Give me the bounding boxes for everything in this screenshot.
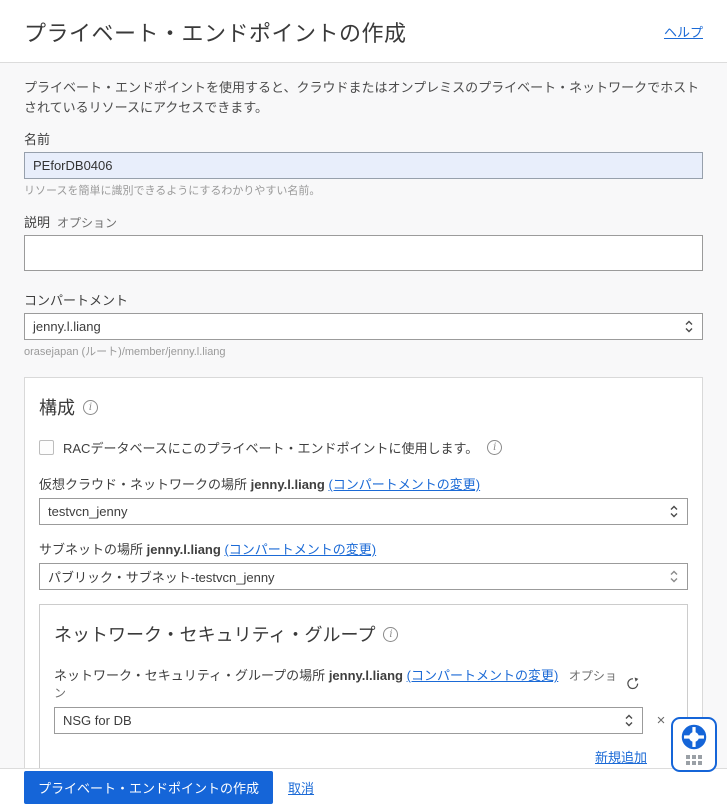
form-content: プライベート・エンドポイントを使用すると、クラウドまたはオンプレミスのプライベー… [0, 62, 727, 768]
name-helper: リソースを簡単に識別できるようにするわかりやすい名前。 [24, 185, 321, 198]
name-field-group: 名前 リソースを簡単に識別できるようにするわかりやすい名前。 [24, 129, 703, 198]
nsg-label: ネットワーク・セキュリティ・グループの場所 jenny.l.liang (コンパ… [54, 668, 617, 701]
nsg-select-row: NSG for DB × [54, 707, 673, 735]
configuration-section: 構成 i RACデータベースにこのプライベート・エンドポイントに使用します。 i… [24, 377, 703, 768]
subnet-field-group: サブネットの場所 jenny.l.liang (コンパートメントの変更) パブリ… [39, 539, 688, 591]
rac-checkbox-label: RACデータベースにこのプライベート・エンドポイントに使用します。 [63, 441, 479, 457]
nsg-select-value: NSG for DB [63, 713, 132, 729]
rac-checkbox[interactable] [39, 440, 54, 456]
nsg-label-row: ネットワーク・セキュリティ・グループの場所 jenny.l.liang (コンパ… [54, 665, 673, 701]
vcn-select[interactable]: testvcn_jenny [39, 498, 688, 526]
lifebuoy-help-icon[interactable] [681, 724, 707, 750]
nsg-compartment-name: jenny.l.liang [328, 668, 403, 684]
subnet-compartment-name: jenny.l.liang [146, 542, 221, 558]
vcn-select-value: testvcn_jenny [48, 504, 128, 520]
vcn-label: 仮想クラウド・ネットワークの場所 jenny.l.liang (コンパートメント… [39, 477, 481, 493]
chevron-updown-icon [669, 504, 679, 519]
description-optional-tag: オプション [57, 216, 118, 231]
add-new-link[interactable]: 新規追加 [595, 750, 647, 765]
configuration-info-icon[interactable]: i [83, 399, 98, 415]
compartment-field-group: コンパートメント jenny.l.liang orasejapan (ルート)/… [24, 290, 703, 359]
name-input[interactable] [24, 152, 703, 180]
nsg-title: ネットワーク・セキュリティ・グループ i [54, 621, 673, 647]
chevron-updown-icon [669, 569, 679, 584]
compartment-label: コンパートメント [24, 293, 129, 309]
subnet-label: サブネットの場所 jenny.l.liang (コンパートメントの変更) [39, 542, 377, 558]
nsg-select[interactable]: NSG for DB [54, 707, 643, 735]
intro-text: プライベート・エンドポイントを使用すると、クラウドまたはオンプレミスのプライベー… [24, 80, 700, 116]
description-textarea[interactable] [24, 235, 703, 272]
nsg-section: ネットワーク・セキュリティ・グループ i ネットワーク・セキュリティ・グループの… [39, 604, 688, 768]
grid-dots-icon[interactable] [686, 755, 702, 765]
refresh-icon[interactable] [626, 677, 639, 690]
remove-nsg-icon[interactable]: × [649, 712, 673, 729]
subnet-select[interactable]: パブリック・サブネット-testvcn_jenny [39, 563, 688, 591]
name-label: 名前 [24, 132, 51, 148]
description-label: 説明 オプション [24, 215, 118, 231]
vcn-change-compartment-link[interactable]: (コンパートメントの変更) [328, 477, 480, 492]
chevron-updown-icon [624, 713, 634, 728]
compartment-select-value: jenny.l.liang [33, 319, 101, 335]
nsg-info-icon[interactable]: i [383, 626, 399, 642]
description-field-group: 説明 オプション [24, 212, 703, 276]
action-footer: プライベート・エンドポイントの作成 取消 [0, 768, 727, 805]
subnet-select-value: パブリック・サブネット-testvcn_jenny [48, 570, 275, 586]
compartment-helper: orasejapan (ルート)/member/jenny.l.liang [24, 346, 226, 359]
compartment-select[interactable]: jenny.l.liang [24, 313, 703, 341]
page-header: プライベート・エンドポイントの作成 ヘルプ [0, 0, 727, 62]
chevron-updown-icon [684, 319, 694, 334]
subnet-change-compartment-link[interactable]: (コンパートメントの変更) [224, 542, 376, 557]
assist-widget[interactable] [671, 717, 717, 772]
rac-info-icon[interactable]: i [487, 440, 503, 456]
help-link[interactable]: ヘルプ [664, 22, 703, 41]
vcn-field-group: 仮想クラウド・ネットワークの場所 jenny.l.liang (コンパートメント… [39, 474, 688, 526]
cancel-link[interactable]: 取消 [288, 778, 314, 797]
create-private-endpoint-button[interactable]: プライベート・エンドポイントの作成 [24, 770, 274, 804]
nsg-change-compartment-link[interactable]: (コンパートメントの変更) [407, 668, 559, 683]
page-title: プライベート・エンドポイントの作成 [24, 21, 407, 46]
vcn-compartment-name: jenny.l.liang [250, 477, 325, 493]
configuration-title: 構成 i [39, 394, 688, 420]
rac-checkbox-row: RACデータベースにこのプライベート・エンドポイントに使用します。 i [39, 438, 688, 457]
add-new-row: 新規追加 [54, 747, 673, 766]
